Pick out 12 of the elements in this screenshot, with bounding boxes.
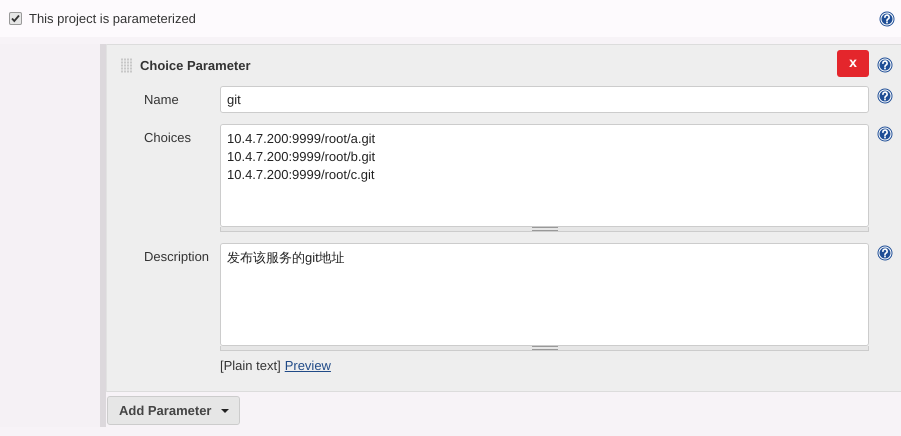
name-field[interactable]: git: [220, 86, 869, 113]
field-label: Name: [143, 91, 180, 109]
parameter-title: Choice Parameter: [140, 58, 251, 73]
delete-button[interactable]: x: [837, 50, 869, 77]
preview-link[interactable]: Preview: [284, 358, 331, 373]
add-parameter-button[interactable]: Add Parameter: [107, 396, 240, 425]
description-field[interactable]: 发布该服务的git地址: [220, 243, 869, 346]
checkbox-label: This project is parameterized: [29, 11, 196, 26]
format-label: [Plain text]: [220, 358, 281, 373]
choices-field[interactable]: 10.4.7.200:9999/root/a.git 10.4.7.200:9999/root/b.git 10.4.7.200:9999/root/c.git: [220, 124, 869, 227]
field-label: Choices: [143, 129, 192, 147]
field-label: Description: [143, 248, 210, 266]
